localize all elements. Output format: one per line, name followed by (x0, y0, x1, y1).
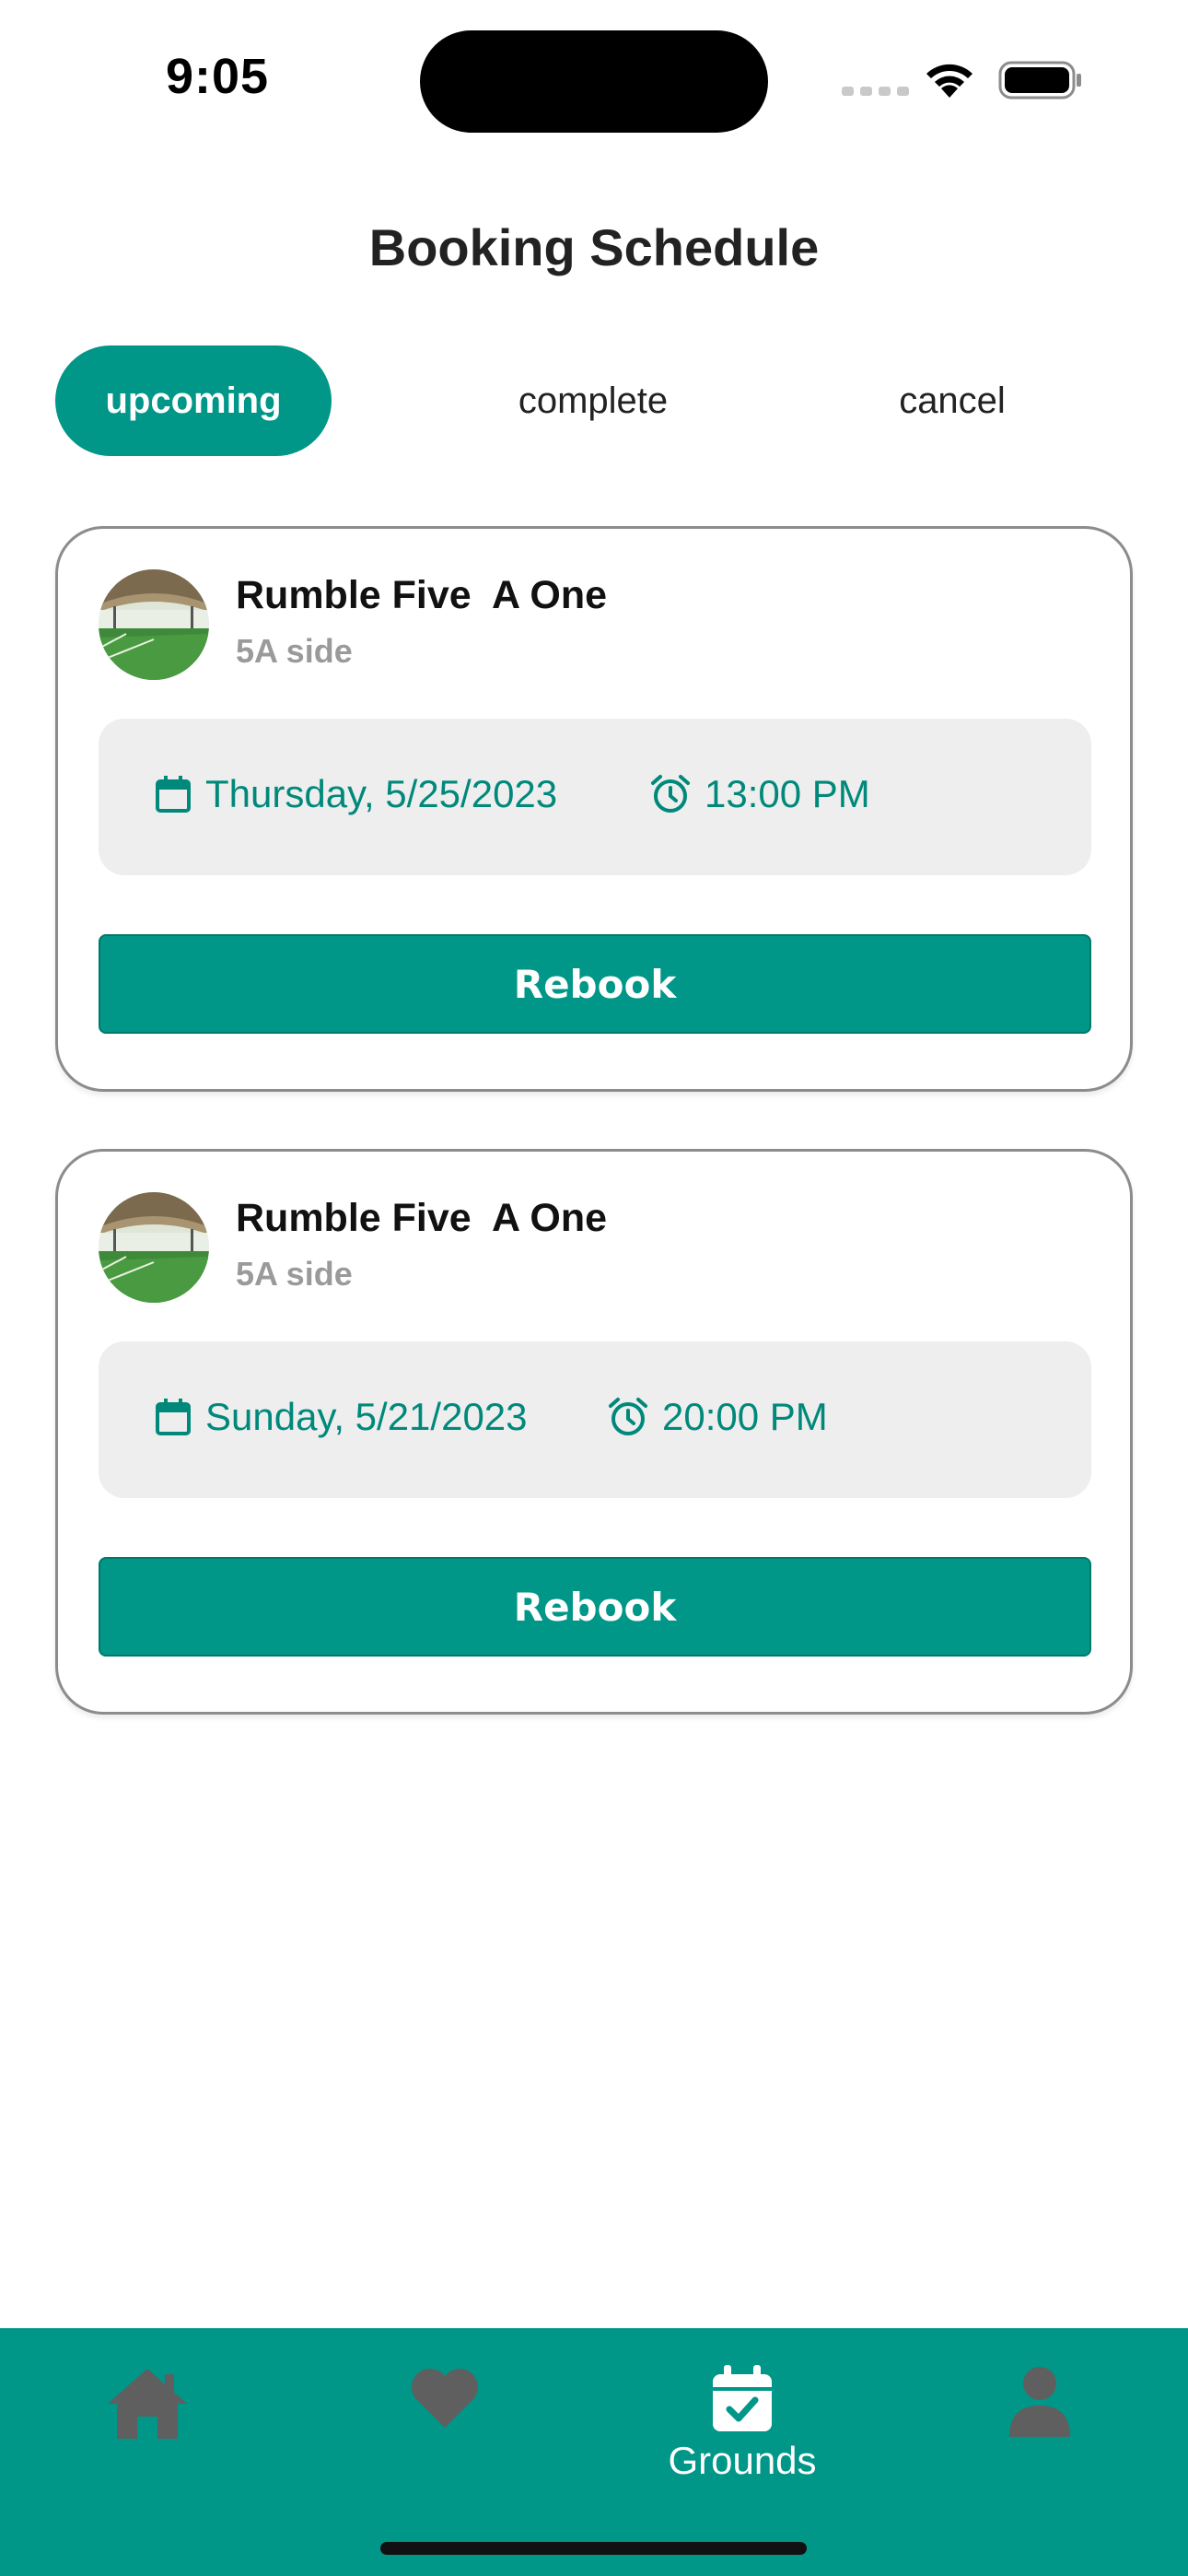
bottom-navigation: Grounds (0, 2328, 1188, 2576)
tab-complete[interactable]: complete (455, 345, 731, 456)
home-indicator (380, 2542, 807, 2555)
nav-item-grounds[interactable]: Grounds (650, 2365, 834, 2494)
home-icon (108, 2369, 187, 2439)
venue-type: 5A side (236, 632, 353, 670)
venue-name: Rumble Five A One (236, 1196, 607, 1240)
booking-info: Thursday, 5/25/2023 13:00 PM (99, 719, 1091, 875)
booking-info: Sunday, 5/21/2023 20:00 PM (99, 1341, 1091, 1498)
alarm-clock-icon (651, 775, 690, 813)
calendar-icon (156, 776, 191, 813)
calendar-check-icon (713, 2365, 772, 2431)
booking-date-group: Sunday, 5/21/2023 (154, 1395, 528, 1439)
booking-time-group: 20:00 PM (607, 1395, 828, 1439)
status-bar: 9:05 (0, 0, 1188, 147)
nav-label-grounds: Grounds (668, 2439, 817, 2482)
booking-date-group: Thursday, 5/25/2023 (154, 772, 557, 816)
tab-upcoming[interactable]: upcoming (55, 345, 332, 456)
venue-thumbnail (99, 569, 209, 680)
tab-cancel[interactable]: cancel (814, 345, 1090, 456)
booking-card: Rumble Five A One 5A side Thursday, 5/25… (55, 526, 1133, 1092)
booking-schedule-screen: 9:05 Booking Schedule upcoming complete … (0, 0, 1188, 2576)
booking-date: Thursday, 5/25/2023 (205, 772, 558, 815)
booking-time: 13:00 PM (705, 772, 870, 815)
status-time: 9:05 (166, 49, 270, 104)
battery-icon (998, 61, 1081, 100)
booking-date: Sunday, 5/21/2023 (205, 1395, 528, 1438)
person-icon (1009, 2367, 1070, 2437)
page-title: Booking Schedule (368, 218, 820, 276)
alarm-clock-icon (609, 1398, 647, 1435)
cellular-signal-icon (842, 87, 909, 96)
nav-item-favorites[interactable] (353, 2365, 537, 2494)
venue-name: Rumble Five A One (236, 573, 607, 617)
booking-card: Rumble Five A One 5A side Sunday, 5/21/2… (55, 1149, 1133, 1715)
booking-time: 20:00 PM (662, 1395, 828, 1438)
rebook-button[interactable]: Rebook (99, 1557, 1091, 1657)
rebook-button[interactable]: Rebook (99, 934, 1091, 1034)
nav-item-home[interactable] (55, 2365, 239, 2494)
booking-time-group: 13:00 PM (649, 772, 870, 816)
dynamic-island (420, 30, 768, 133)
nav-item-profile[interactable] (948, 2365, 1132, 2494)
calendar-icon (156, 1399, 191, 1435)
heart-icon (412, 2369, 478, 2428)
wifi-icon (926, 64, 973, 98)
venue-thumbnail (99, 1192, 209, 1303)
venue-type: 5A side (236, 1255, 353, 1293)
